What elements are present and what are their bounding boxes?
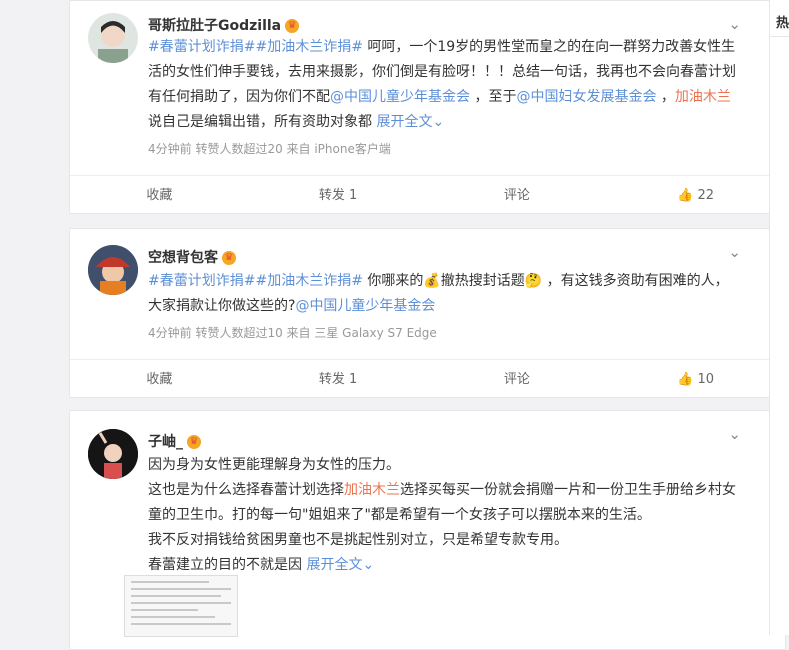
repost-button[interactable]: 转发 1	[249, 176, 428, 216]
right-sidebar	[769, 0, 789, 635]
post-paragraph: 我不反对捐钱给贫困男童也不是挑起性别对立，只是希望专款专用。	[148, 528, 736, 553]
post-meta: 4分钟前 转赞人数超过20 来自 iPhone客户端	[148, 142, 391, 156]
text-segment: 说自己是编辑出错，所有资助对象都	[148, 114, 377, 130]
post-text: #春蕾计划诈捐##加油木兰诈捐# 呵呵，一个19岁的男性堂而皇之的在向一群努力改…	[148, 35, 736, 135]
action-bar: 收藏 转发 1 评论 👍 10	[70, 359, 785, 400]
vip-crown-icon: ♛	[285, 19, 300, 33]
post-paragraph: 因为身为女性更能理解身为女性的压力。	[148, 453, 736, 478]
post-paragraph: 这也是为什么选择春蕾计划选择加油木兰选择买每买一份就会捐赠一片和一份卫生手册给乡…	[148, 478, 736, 528]
like-button[interactable]: 👍 22	[606, 176, 785, 216]
avatar[interactable]	[88, 245, 138, 295]
text-segment: 我不反对捐钱给贫困男童也不是挑起性别对立，只是希望专款专用。	[148, 532, 568, 548]
avatar-image-icon	[88, 245, 138, 295]
post-text: 因为身为女性更能理解身为女性的压力。这也是为什么选择春蕾计划选择加油木兰选择买每…	[148, 453, 736, 578]
topic-link[interactable]: 展开全文⌄	[306, 557, 374, 573]
author-name[interactable]: 哥斯拉肚子Godzilla ♛	[148, 15, 300, 35]
topic-link[interactable]: @中国妇女发展基金会	[516, 89, 656, 105]
topic-link[interactable]: #春蕾计划诈捐##加油木兰诈捐#	[148, 273, 363, 289]
post-text: #春蕾计划诈捐##加油木兰诈捐# 你哪来的💰撤热搜封话题🤔 ，有这钱多资助有困难…	[148, 269, 736, 319]
text-segment: ，	[656, 89, 675, 105]
avatar[interactable]	[88, 429, 138, 479]
topic-link[interactable]: 展开全文⌄	[376, 114, 444, 130]
avatar-image-icon	[98, 21, 128, 63]
repost-button[interactable]: 转发 1	[249, 360, 428, 400]
avatar[interactable]	[88, 13, 138, 63]
vip-crown-icon: ♛	[187, 435, 201, 449]
avatar-image-icon	[88, 429, 138, 479]
author-name[interactable]: 空想背包客 ♛	[148, 247, 236, 267]
keyword-link[interactable]: 加油木兰	[675, 89, 731, 105]
text-segment: 因为身为女性更能理解身为女性的压力。	[148, 457, 400, 473]
text-segment: 春蕾建立的目的不就是因	[148, 557, 307, 573]
divider	[770, 36, 789, 37]
post-meta: 4分钟前 转赞人数超过10 来自 三星 Galaxy S7 Edge	[148, 326, 437, 340]
favorite-button[interactable]: 收藏	[70, 360, 249, 400]
post-image-thumbnail[interactable]	[124, 575, 238, 637]
chevron-down-icon[interactable]: ⌄	[728, 15, 741, 33]
action-bar: 收藏 转发 1 评论 👍 22	[70, 175, 785, 216]
comment-button[interactable]: 评论	[428, 176, 607, 216]
topic-link[interactable]: @中国儿童少年基金会	[295, 298, 435, 314]
author-name[interactable]: 子岫_ ♛	[148, 431, 201, 451]
text-segment: ，至于	[470, 89, 517, 105]
sidebar-title: 热	[776, 16, 789, 31]
chevron-down-icon[interactable]: ⌄	[728, 425, 741, 443]
chevron-down-icon[interactable]: ⌄	[728, 243, 741, 261]
comment-button[interactable]: 评论	[428, 360, 607, 400]
vip-crown-icon: ♛	[222, 251, 236, 265]
post-card-2: 空想背包客 ♛ ⌄ #春蕾计划诈捐##加油木兰诈捐# 你哪来的💰撤热搜封话题🤔 ，…	[69, 228, 786, 398]
like-button[interactable]: 👍 10	[606, 360, 785, 400]
post-card-1: 哥斯拉肚子Godzilla ♛ ⌄ #春蕾计划诈捐##加油木兰诈捐# 呵呵，一个1…	[69, 0, 786, 214]
keyword-link[interactable]: 加油木兰	[344, 482, 400, 498]
favorite-button[interactable]: 收藏	[70, 176, 249, 216]
text-segment: 这也是为什么选择春蕾计划选择	[148, 482, 344, 498]
topic-link[interactable]: #春蕾计划诈捐##加油木兰诈捐#	[148, 39, 363, 55]
topic-link[interactable]: @中国儿童少年基金会	[330, 89, 470, 105]
